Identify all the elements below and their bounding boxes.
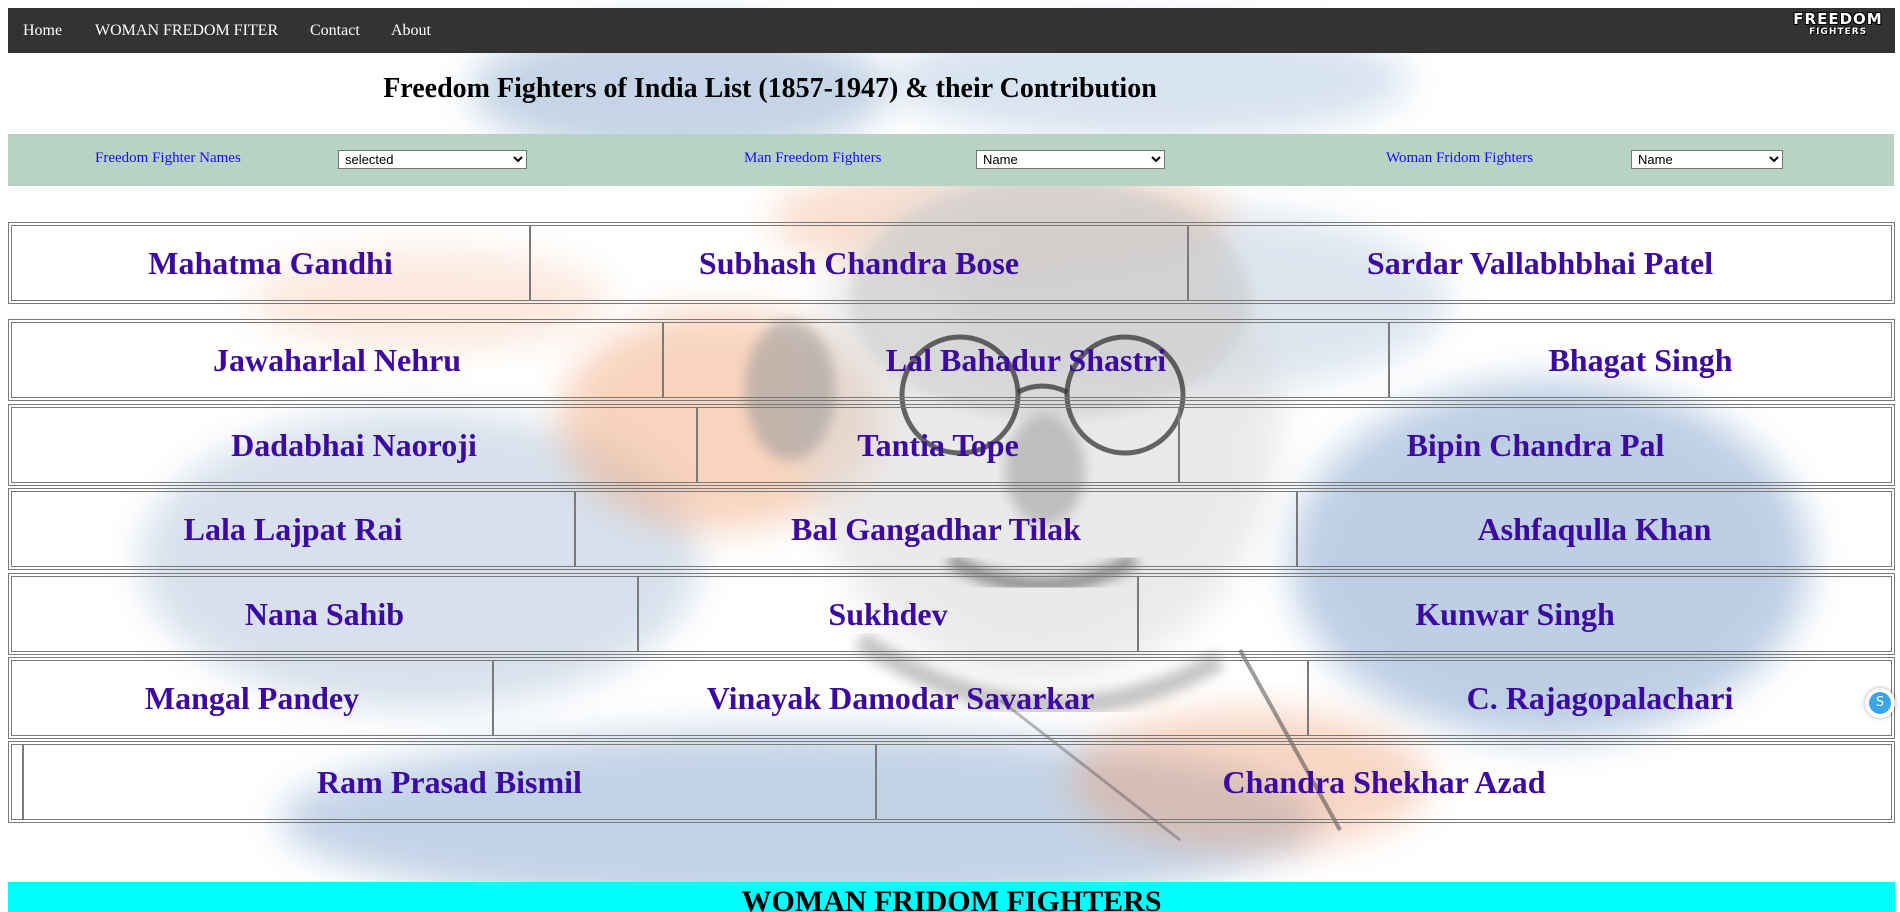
fighter-cell[interactable]: Lal Bahadur Shastri — [663, 322, 1389, 398]
fighters-row: Ram Prasad Bismil Chandra Shekhar Azad — [8, 741, 1895, 823]
nav-contact-link[interactable]: Contact — [310, 8, 360, 53]
fighter-cell[interactable]: Lala Lajpat Rai — [11, 491, 575, 567]
freedom-fighter-names-label: Freedom Fighter Names — [95, 150, 241, 166]
fighter-cell[interactable]: Bhagat Singh — [1389, 322, 1892, 398]
fighter-cell[interactable]: Tantia Tope — [697, 407, 1179, 483]
fighters-row: Jawaharlal Nehru Lal Bahadur Shastri Bha… — [8, 319, 1895, 401]
site-logo[interactable]: FREEDOM FIGHTERS — [1793, 12, 1883, 44]
woman-fighters-section-bar: WOMAN FRIDOM FIGHTERS — [8, 882, 1895, 912]
skype-icon: S — [1869, 692, 1891, 714]
fighter-cell[interactable]: Ashfaqulla Khan — [1297, 491, 1892, 567]
fighter-cell[interactable]: Ram Prasad Bismil — [23, 744, 876, 820]
empty-cell — [11, 744, 23, 820]
fighters-row: Lala Lajpat Rai Bal Gangadhar Tilak Ashf… — [8, 488, 1895, 570]
fighter-cell[interactable]: Dadabhai Naoroji — [11, 407, 697, 483]
fighter-cell[interactable]: Jawaharlal Nehru — [11, 322, 663, 398]
logo-line-1: FREEDOM — [1793, 10, 1883, 28]
woman-fighters-heading: WOMAN FRIDOM FIGHTERS — [741, 885, 1162, 912]
fighter-cell[interactable]: Sardar Vallabhbhai Patel — [1188, 225, 1892, 301]
woman-freedom-fighters-select[interactable]: Name — [1631, 150, 1783, 169]
fighter-cell[interactable]: Sukhdev — [638, 576, 1138, 652]
filter-bar: Freedom Fighter Names selected Man Freed… — [8, 134, 1894, 186]
nav-home-link[interactable]: Home — [23, 8, 62, 53]
fighter-cell[interactable]: Vinayak Damodar Savarkar — [493, 660, 1308, 736]
fighter-cell[interactable]: Nana Sahib — [11, 576, 638, 652]
man-freedom-fighters-select[interactable]: Name — [976, 150, 1165, 169]
fighter-cell[interactable]: Mahatma Gandhi — [11, 225, 530, 301]
nav-woman-freedom-fighter-link[interactable]: WOMAN FREDOM FITER — [95, 8, 278, 53]
fighter-cell[interactable]: Mangal Pandey — [11, 660, 493, 736]
freedom-fighter-names-select[interactable]: selected — [338, 150, 527, 169]
fighter-cell[interactable]: C. Rajagopalachari — [1308, 660, 1892, 736]
floating-chat-button[interactable]: S — [1865, 688, 1895, 718]
fighter-cell[interactable]: Chandra Shekhar Azad — [876, 744, 1892, 820]
fighter-cell[interactable]: Kunwar Singh — [1138, 576, 1892, 652]
fighter-cell[interactable]: Bipin Chandra Pal — [1179, 407, 1892, 483]
top-navbar: Home WOMAN FREDOM FITER Contact About FR… — [8, 8, 1895, 53]
nav-about-link[interactable]: About — [391, 8, 431, 53]
page-title: Freedom Fighters of India List (1857-194… — [383, 73, 1157, 104]
logo-line-2: FIGHTERS — [1808, 27, 1868, 37]
fighters-row: Mahatma Gandhi Subhash Chandra Bose Sard… — [8, 222, 1895, 304]
fighters-row: Mangal Pandey Vinayak Damodar Savarkar C… — [8, 657, 1895, 739]
fighter-cell[interactable]: Bal Gangadhar Tilak — [575, 491, 1297, 567]
fighters-row: Nana Sahib Sukhdev Kunwar Singh — [8, 573, 1895, 655]
fighters-row: Dadabhai Naoroji Tantia Tope Bipin Chand… — [8, 404, 1895, 486]
woman-freedom-fighters-label: Woman Fridom Fighters — [1386, 150, 1534, 166]
fighter-cell[interactable]: Subhash Chandra Bose — [530, 225, 1188, 301]
man-freedom-fighters-label: Man Freedom Fighters — [744, 150, 882, 166]
